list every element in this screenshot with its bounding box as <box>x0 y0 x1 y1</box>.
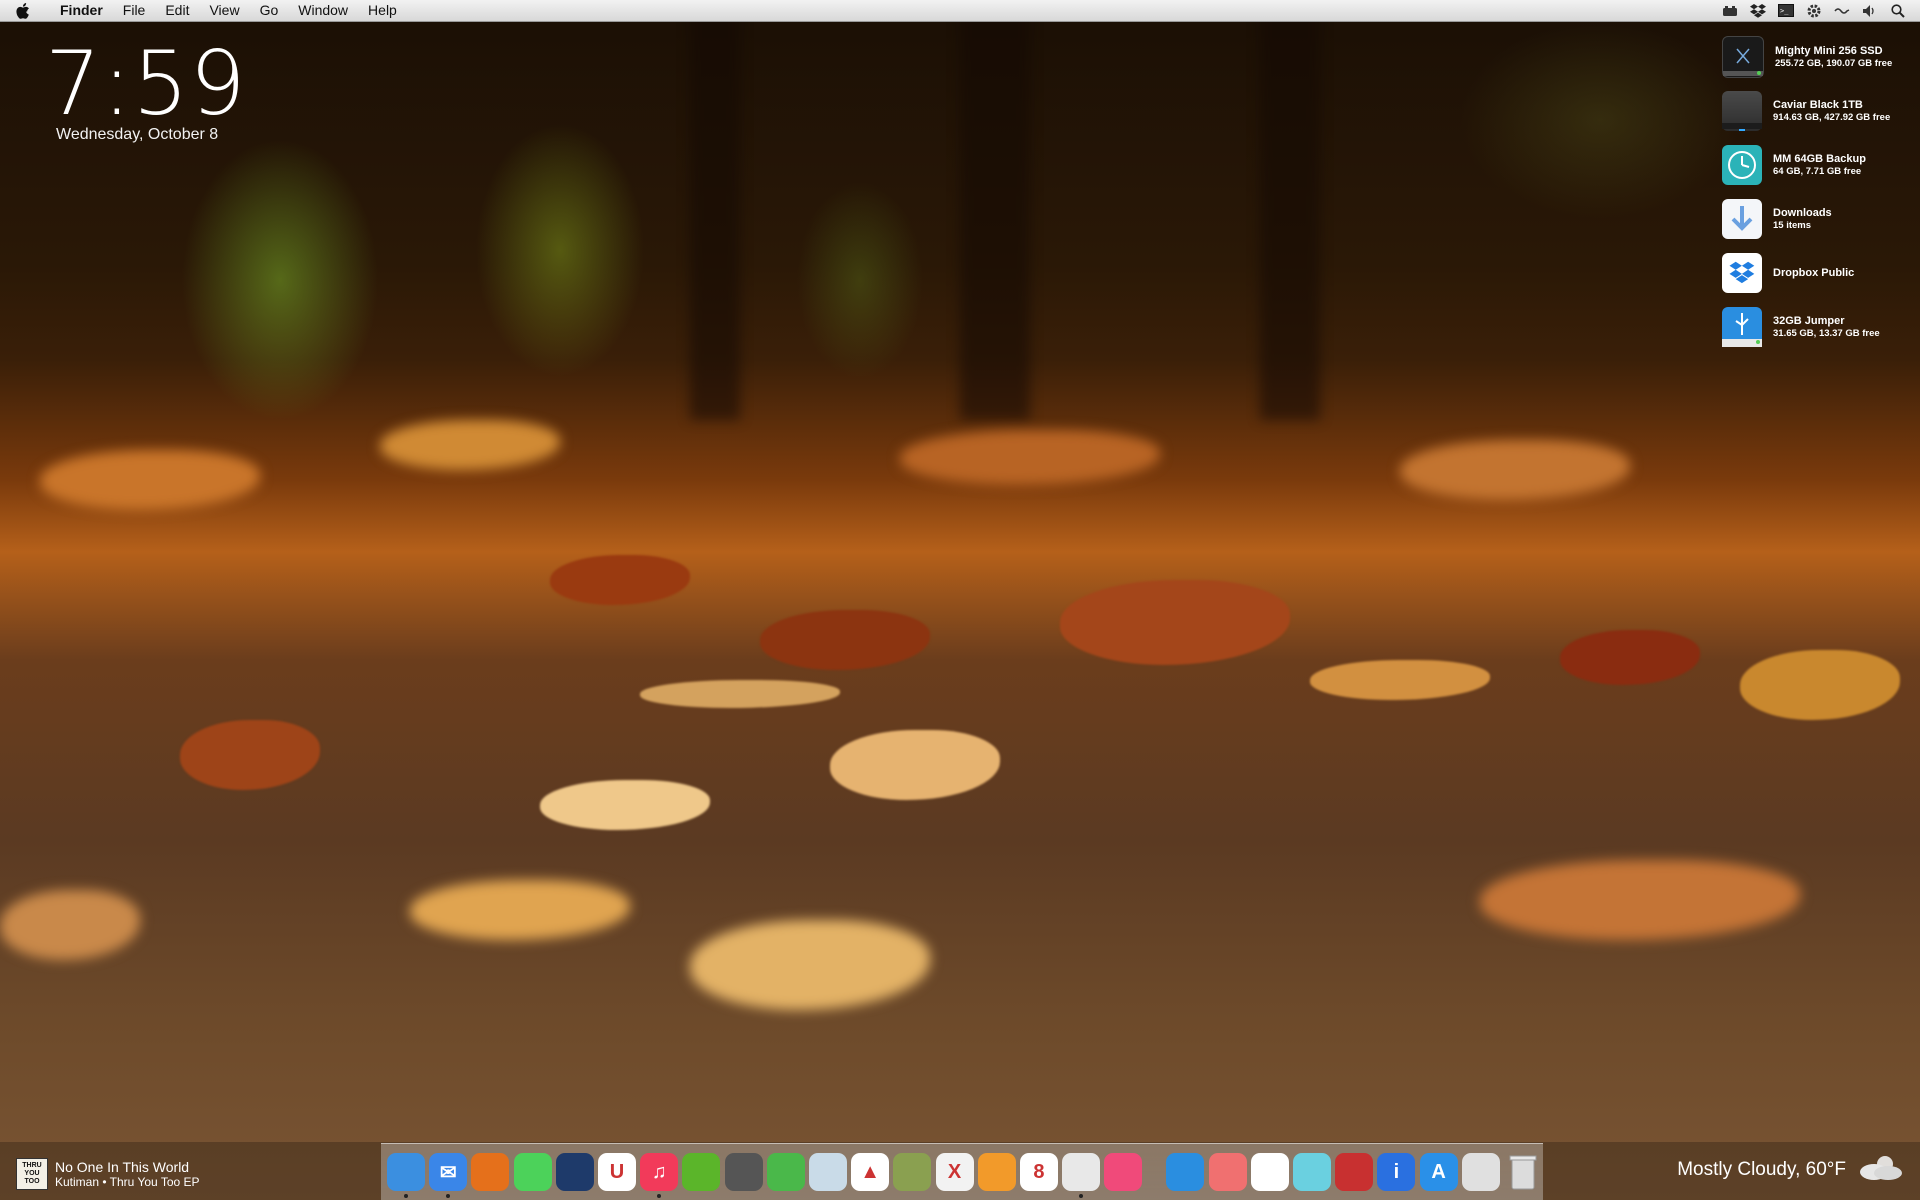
drive-name: Mighty Mini 256 SSD <box>1775 44 1883 57</box>
track-title: No One In This World <box>55 1158 190 1175</box>
gear-icon[interactable] <box>1806 4 1822 18</box>
drive-capacity: 64 GB, 7.71 GB free <box>1773 165 1862 177</box>
terminal-icon[interactable]: >_ <box>1778 4 1794 18</box>
dock-app-spotify[interactable] <box>682 1153 721 1191</box>
weather-widget: Mostly Cloudy, 60°F <box>1677 1152 1904 1188</box>
dock-app-pages[interactable] <box>977 1153 1016 1191</box>
drive-capacity: 31.65 GB, 13.37 GB free <box>1773 327 1880 339</box>
dock-app-preview[interactable] <box>808 1153 847 1191</box>
apple-menu-icon[interactable] <box>16 2 38 19</box>
album-art-text: TOO <box>24 1178 40 1185</box>
dock-app-skitch[interactable] <box>1104 1153 1143 1191</box>
downloads-folder-icon[interactable] <box>1722 199 1762 239</box>
desktop-drive-item[interactable]: Dropbox Public <box>1722 246 1906 300</box>
clock-date: Wednesday, October 8 <box>56 126 219 143</box>
menu-bar: Finder File Edit View Go Window Help >_ <box>0 0 1920 22</box>
track-artist: Kutiman • Thru You Too EP <box>55 1174 200 1189</box>
spotlight-icon[interactable] <box>1890 3 1906 18</box>
desktop-drive-item[interactable]: MM 64GB Backup 64 GB, 7.71 GB free <box>1722 138 1906 192</box>
running-indicator <box>446 1194 451 1198</box>
drive-name: Downloads <box>1773 206 1832 219</box>
dock-app-info[interactable]: i <box>1377 1153 1416 1191</box>
dock-app-app-store[interactable]: A <box>1419 1153 1458 1191</box>
weather-text: Mostly Cloudy, 60°F <box>1677 1159 1846 1180</box>
wallpaper-tree-trunk <box>1260 0 1320 420</box>
menu-edit[interactable]: Edit <box>155 0 199 21</box>
dock-app-mail[interactable]: ✉ <box>429 1153 468 1198</box>
dock-app-magnet[interactable]: U <box>598 1153 637 1191</box>
dock-app-firefox[interactable] <box>471 1153 510 1191</box>
ssd-drive-icon[interactable] <box>1722 36 1764 78</box>
dock-app-searchlight[interactable] <box>766 1153 805 1191</box>
wallpaper-tree-trunk <box>690 0 740 420</box>
hard-drive-icon[interactable] <box>1722 91 1762 131</box>
menu-file[interactable]: File <box>113 0 156 21</box>
drive-capacity: 15 items <box>1773 219 1812 231</box>
dock-app-caffeine[interactable] <box>555 1153 594 1191</box>
album-art-text: YOU <box>24 1170 40 1177</box>
dock-app-finder[interactable] <box>387 1153 426 1198</box>
dock-app-lego[interactable] <box>1335 1153 1374 1191</box>
desktop-drive-item[interactable]: 32GB Jumper 31.65 GB, 13.37 GB free <box>1722 300 1906 354</box>
dropbox-icon[interactable] <box>1750 3 1766 18</box>
wallpaper-tree-trunk <box>960 0 1030 420</box>
usb-drive-icon[interactable] <box>1722 307 1762 347</box>
menu-help[interactable]: Help <box>358 0 407 21</box>
dock-app-photos[interactable] <box>1250 1153 1289 1191</box>
cloud-icon <box>1852 1152 1904 1188</box>
wifi-icon[interactable] <box>1834 4 1850 18</box>
drive-name: 32GB Jumper <box>1773 314 1845 327</box>
dock-app-screenshot[interactable] <box>1062 1153 1101 1198</box>
dock-app-calendar[interactable]: 8 <box>1019 1153 1058 1191</box>
dropbox-folder-icon[interactable] <box>1722 253 1762 293</box>
now-playing-widget[interactable]: THRU YOU TOO No One In This World Kutima… <box>16 1158 200 1190</box>
dock-app-messages[interactable] <box>513 1153 552 1191</box>
desktop-drive-item[interactable]: Mighty Mini 256 SSD 255.72 GB, 190.07 GB… <box>1722 30 1906 84</box>
desktop-wallpaper <box>0 0 1920 1200</box>
running-indicator <box>657 1194 662 1198</box>
svg-text:>_: >_ <box>1780 7 1789 15</box>
clock-time: 7:59 <box>45 32 247 135</box>
clock-widget: 7:59 Wednesday, October 8 <box>45 38 247 144</box>
drive-name: Caviar Black 1TB <box>1773 98 1863 111</box>
dock-app-trash[interactable] <box>1504 1153 1542 1191</box>
dock: ✉ U ♫ ▲ X 8 iA <box>381 1143 1543 1200</box>
drive-name: Dropbox Public <box>1773 266 1855 279</box>
menu-go[interactable]: Go <box>250 0 289 21</box>
desktop-drive-item[interactable]: Downloads 15 items <box>1722 192 1906 246</box>
dock-app-reeder[interactable] <box>893 1153 932 1191</box>
album-art-text: THRU <box>22 1162 42 1169</box>
dock-app-final-cut[interactable] <box>1293 1153 1332 1191</box>
dock-app-radio[interactable] <box>1208 1153 1247 1191</box>
running-indicator <box>1079 1194 1084 1198</box>
time-machine-icon[interactable] <box>1722 145 1762 185</box>
drive-name: MM 64GB Backup <box>1773 152 1866 165</box>
desktop-drive-list: Mighty Mini 256 SSD 255.72 GB, 190.07 GB… <box>1722 30 1906 354</box>
drive-capacity: 255.72 GB, 190.07 GB free <box>1775 57 1893 69</box>
menu-view[interactable]: View <box>199 0 249 21</box>
running-indicator <box>404 1194 409 1198</box>
volume-icon[interactable] <box>1862 4 1878 18</box>
album-art: THRU YOU TOO <box>16 1158 48 1190</box>
dock-app-display[interactable] <box>1461 1153 1500 1191</box>
dock-app-vlc[interactable]: ▲ <box>851 1153 890 1191</box>
dock-app-headphones[interactable] <box>1166 1153 1205 1191</box>
menu-window[interactable]: Window <box>288 0 358 21</box>
dock-app-dvd-player[interactable] <box>724 1153 763 1191</box>
dock-app-itunes[interactable]: ♫ <box>640 1153 679 1198</box>
dock-app-crossover[interactable]: X <box>935 1153 974 1191</box>
menu-app-name[interactable]: Finder <box>50 0 113 21</box>
drive-capacity: 914.63 GB, 427.92 GB free <box>1773 111 1891 123</box>
drive-eject-icon[interactable] <box>1722 4 1738 18</box>
desktop-drive-item[interactable]: Caviar Black 1TB 914.63 GB, 427.92 GB fr… <box>1722 84 1906 138</box>
